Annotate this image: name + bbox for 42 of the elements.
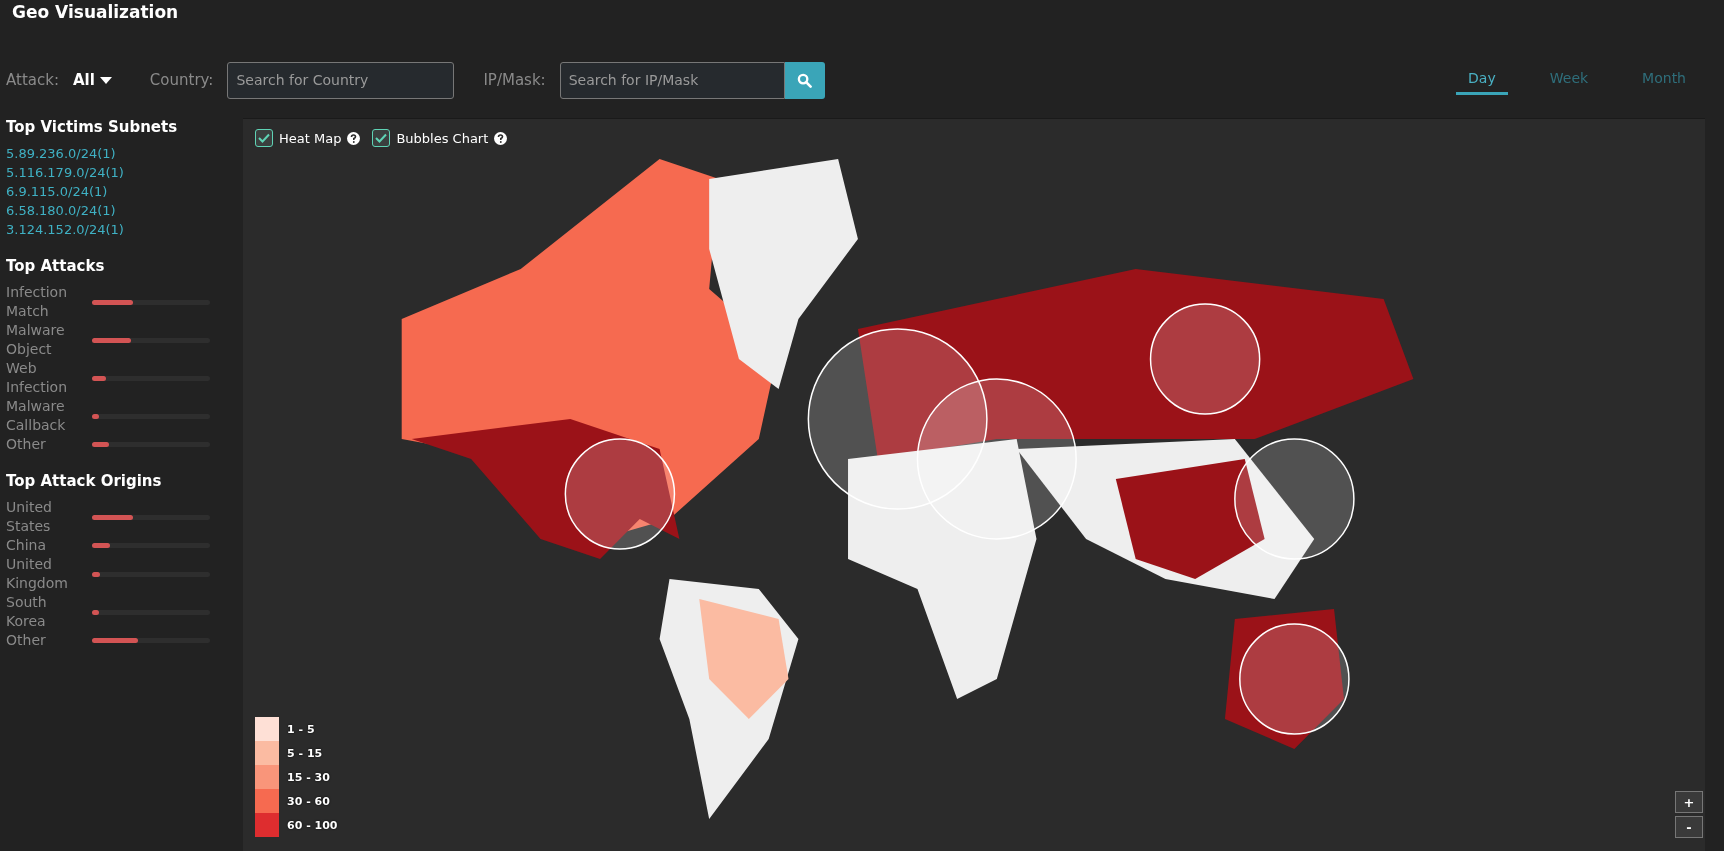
subnet-link[interactable]: 6.58.180.0/24(1) [6,201,231,220]
legend-label: 5 - 15 [287,746,323,760]
attack-dropdown[interactable]: All [72,71,112,89]
bar-label: Other [6,435,47,454]
section-heading: Top Victims Subnets [6,118,179,136]
search-button[interactable] [784,61,825,99]
ip-mask-search-field[interactable]: Search for IP/Mask [559,61,785,99]
zoom-out-button[interactable]: - [1675,816,1703,838]
subnet-link[interactable]: 5.116.179.0/24(1) [6,163,231,182]
bar-label: Malware Object [6,321,66,359]
attack-label: Attack: [6,71,59,89]
caret-icon [99,76,112,84]
bar-label: Web Infection [6,359,69,397]
help-icon[interactable] [494,131,508,145]
legend-label: 30 - 60 [287,794,330,808]
legend-label: 15 - 30 [287,770,330,784]
legend-label: 1 - 5 [287,722,315,736]
country-search-field[interactable]: Search for Country [227,61,455,99]
checkbox-label: Bubbles Chart [396,130,489,146]
help-icon[interactable] [347,131,361,145]
bar-label: United Kingdom [6,555,69,593]
bar-label: China [6,536,47,555]
checkbox-label: Heat Map [279,130,342,146]
bar-label: Other [6,631,47,650]
bar-label: Malware Callback [6,397,67,435]
legend-label: 60 - 100 [287,818,338,832]
checkbox[interactable] [255,129,273,147]
ip-mask-label: IP/Mask: [483,71,546,89]
subnet-link[interactable]: 3.124.152.0/24(1) [6,220,231,239]
country-label: Country: [149,71,214,89]
zoom-in-button[interactable]: + [1675,791,1703,813]
subnet-link[interactable]: 5.89.236.0/24(1) [6,144,231,163]
bar-label: Infection Match [6,283,69,321]
subnet-link[interactable]: 6.9.115.0/24(1) [6,182,231,201]
section-heading: Top Attack Origins [6,472,163,490]
page-title: Geo Visualization [11,1,180,24]
bar-label: South Korea [6,593,48,631]
bar-label: United States [6,498,53,536]
checkbox[interactable] [372,129,391,147]
period-tab[interactable]: Day [1456,65,1508,95]
search-icon [797,72,813,88]
section-heading: Top Attacks [6,257,106,275]
